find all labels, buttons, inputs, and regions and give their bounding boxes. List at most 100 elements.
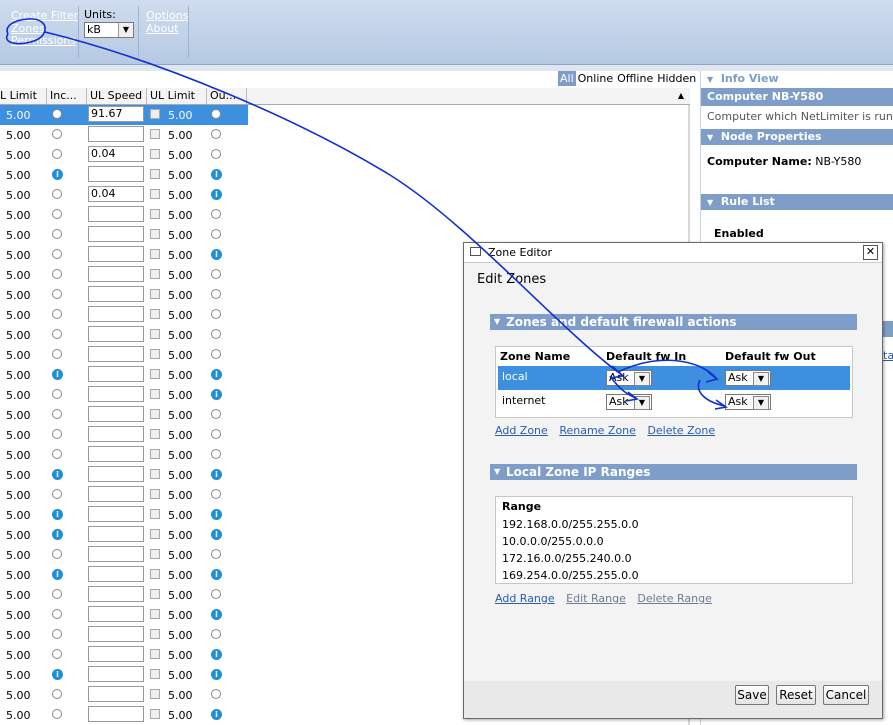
- ul-limit-checkbox[interactable]: [150, 469, 160, 479]
- radio-button[interactable]: [52, 549, 62, 559]
- info-icon[interactable]: i: [211, 569, 222, 580]
- ul-limit-checkbox[interactable]: [150, 109, 160, 119]
- ul-speed-field[interactable]: [88, 286, 144, 302]
- scroll-up-arrow-icon[interactable]: ▲: [674, 89, 688, 103]
- table-row[interactable]: 5.00 5.00 i: [0, 705, 248, 725]
- ul-limit-checkbox[interactable]: [150, 689, 160, 699]
- radio-button[interactable]: [52, 389, 62, 399]
- radio-button[interactable]: [211, 309, 221, 319]
- radio-button[interactable]: [52, 249, 62, 259]
- ul-speed-field[interactable]: [88, 586, 144, 602]
- ranges-section-header[interactable]: ▼ Local Zone IP Ranges: [490, 464, 857, 480]
- add-zone-link[interactable]: Add Zone: [495, 424, 548, 437]
- delete-range-link[interactable]: Delete Range: [637, 592, 712, 605]
- ul-limit-checkbox[interactable]: [150, 189, 160, 199]
- radio-button[interactable]: [211, 589, 221, 599]
- ul-speed-field[interactable]: [88, 326, 144, 342]
- radio-button[interactable]: [211, 449, 221, 459]
- ul-speed-field[interactable]: [88, 266, 144, 282]
- table-row[interactable]: 5.00 5.00: [0, 265, 248, 285]
- table-row[interactable]: 5.00 0.04 5.00: [0, 145, 248, 165]
- info-icon[interactable]: i: [52, 469, 63, 480]
- radio-button[interactable]: [52, 289, 62, 299]
- ul-limit-checkbox[interactable]: [150, 209, 160, 219]
- delete-zone-link[interactable]: Delete Zone: [647, 424, 715, 437]
- ul-speed-field[interactable]: [88, 706, 144, 722]
- radio-button[interactable]: [52, 129, 62, 139]
- ul-limit-checkbox[interactable]: [150, 249, 160, 259]
- ul-limit-checkbox[interactable]: [150, 169, 160, 179]
- ul-speed-field[interactable]: [88, 506, 144, 522]
- filter-offline[interactable]: Offline: [615, 71, 655, 86]
- table-row[interactable]: 5.00 5.00: [0, 205, 248, 225]
- rename-zone-link[interactable]: Rename Zone: [559, 424, 636, 437]
- table-row[interactable]: 5.00 5.00 i: [0, 645, 248, 665]
- ul-limit-checkbox[interactable]: [150, 649, 160, 659]
- column-header-incoming[interactable]: Inc...: [47, 88, 87, 104]
- ul-speed-field[interactable]: [88, 646, 144, 662]
- table-row[interactable]: 5.00 5.00: [0, 285, 248, 305]
- table-row[interactable]: 5.00 5.00: [0, 585, 248, 605]
- radio-button[interactable]: [211, 689, 221, 699]
- info-icon[interactable]: i: [211, 189, 222, 200]
- info-icon[interactable]: i: [211, 169, 222, 180]
- table-row[interactable]: 5.00 i 5.00 i: [0, 565, 248, 585]
- info-icon[interactable]: i: [52, 369, 63, 380]
- ul-speed-field[interactable]: [88, 306, 144, 322]
- table-row[interactable]: 5.00 i 5.00 i: [0, 505, 248, 525]
- info-icon[interactable]: i: [211, 609, 222, 620]
- ul-speed-field[interactable]: [88, 346, 144, 362]
- ul-limit-checkbox[interactable]: [150, 529, 160, 539]
- ul-limit-checkbox[interactable]: [150, 149, 160, 159]
- table-row[interactable]: 5.00 5.00 i: [0, 245, 248, 265]
- ul-speed-field[interactable]: [88, 666, 144, 682]
- radio-button[interactable]: [211, 409, 221, 419]
- radio-button[interactable]: [52, 409, 62, 419]
- table-row[interactable]: 5.00 5.00 i: [0, 385, 248, 405]
- ul-speed-field[interactable]: 0.04: [88, 146, 144, 162]
- radio-button[interactable]: [52, 709, 62, 719]
- ul-speed-field[interactable]: [88, 226, 144, 242]
- info-icon[interactable]: i: [211, 369, 222, 380]
- table-row[interactable]: 5.00 i 5.00 i: [0, 665, 248, 685]
- ul-limit-checkbox[interactable]: [150, 369, 160, 379]
- ul-limit-checkbox[interactable]: [150, 629, 160, 639]
- radio-button[interactable]: [52, 309, 62, 319]
- info-icon[interactable]: i: [52, 569, 63, 580]
- ul-limit-checkbox[interactable]: [150, 409, 160, 419]
- ul-speed-field[interactable]: [88, 606, 144, 622]
- ul-speed-field[interactable]: 0.04: [88, 186, 144, 202]
- ul-speed-field[interactable]: [88, 126, 144, 142]
- radio-button[interactable]: [52, 429, 62, 439]
- table-row[interactable]: 5.00 5.00: [0, 545, 248, 565]
- radio-button[interactable]: [52, 629, 62, 639]
- range-item[interactable]: 192.168.0.0/255.255.0.0: [502, 518, 639, 531]
- table-row[interactable]: 5.00 i 5.00 i: [0, 525, 248, 545]
- table-row[interactable]: 5.00 5.00: [0, 425, 248, 445]
- permissions-link[interactable]: Permissions: [11, 34, 78, 47]
- info-icon[interactable]: i: [211, 389, 222, 400]
- edit-range-link[interactable]: Edit Range: [566, 592, 626, 605]
- radio-button[interactable]: [211, 109, 221, 119]
- ul-limit-checkbox[interactable]: [150, 489, 160, 499]
- fw-out-select[interactable]: Ask ▼: [725, 394, 771, 410]
- table-row[interactable]: 5.00 5.00: [0, 125, 248, 145]
- rule-list-header[interactable]: ▼ Rule List: [701, 194, 893, 210]
- filter-online[interactable]: Online: [576, 71, 615, 86]
- column-header-ul-limit[interactable]: UL Limit: [147, 88, 207, 104]
- radio-button[interactable]: [211, 209, 221, 219]
- table-row[interactable]: 5.00 5.00: [0, 405, 248, 425]
- close-icon[interactable]: ✕: [863, 245, 878, 260]
- info-icon[interactable]: i: [52, 529, 63, 540]
- info-icon[interactable]: i: [211, 509, 222, 520]
- reset-button[interactable]: Reset: [776, 685, 816, 705]
- range-item[interactable]: 169.254.0.0/255.255.0.0: [502, 569, 639, 582]
- table-row[interactable]: 5.00 5.00: [0, 325, 248, 345]
- zones-section-header[interactable]: ▼ Zones and default firewall actions: [490, 314, 857, 330]
- radio-button[interactable]: [211, 549, 221, 559]
- ul-speed-field[interactable]: [88, 526, 144, 542]
- partial-link[interactable]: ta: [883, 349, 893, 362]
- fw-out-select[interactable]: Ask ▼: [725, 370, 771, 386]
- radio-button[interactable]: [211, 129, 221, 139]
- fw-in-select[interactable]: Ask ▼: [606, 394, 652, 410]
